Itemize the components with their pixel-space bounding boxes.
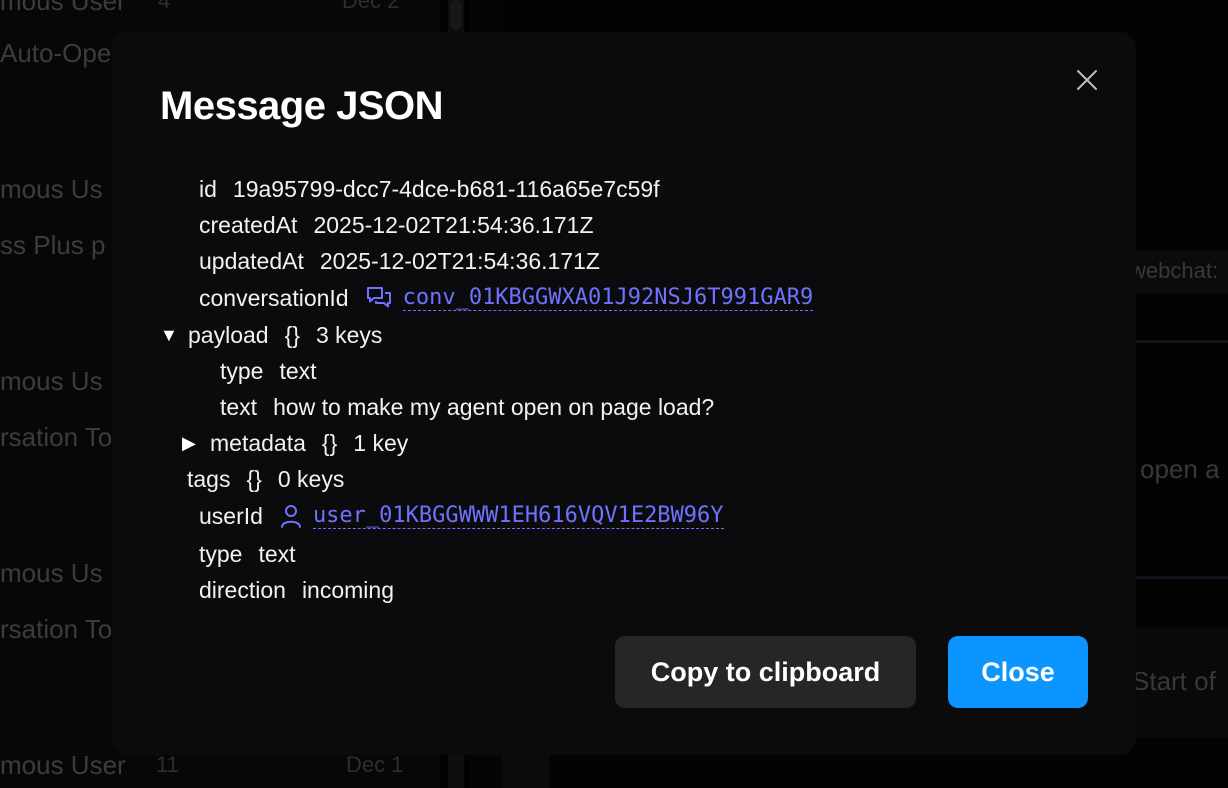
json-row-direction: direction incoming xyxy=(199,575,394,605)
json-row-payload-type: type text xyxy=(220,356,317,386)
json-key-count: 3 keys xyxy=(315,321,383,348)
chat-bubbles-icon xyxy=(365,285,393,311)
json-row-payload[interactable]: ▼ payload {} 3 keys xyxy=(160,320,382,350)
json-value: how to make my agent open on page load? xyxy=(273,393,715,420)
json-value: incoming xyxy=(301,576,394,603)
json-row-id: id 19a95799-dcc7-4dce-b681-116a65e7c59f xyxy=(199,174,660,204)
json-braces: {} xyxy=(284,321,300,348)
user-id-link[interactable]: user_01KBGGWWW1EH616VQV1E2BW96Y xyxy=(312,503,724,529)
close-icon[interactable] xyxy=(1073,66,1101,94)
json-value: text xyxy=(258,540,296,567)
json-key: payload xyxy=(188,321,269,348)
json-value: 2025-12-02T21:54:36.171Z xyxy=(313,211,594,238)
json-key-count: 1 key xyxy=(353,429,409,456)
conversation-id-link[interactable]: conv_01KBGGWXA01J92NSJ6T991GAR9 xyxy=(402,285,814,311)
json-braces: {} xyxy=(246,465,262,492)
json-row-tags: tags {} 0 keys xyxy=(187,464,344,494)
json-key: updatedAt xyxy=(199,247,304,274)
json-row-payload-text: text how to make my agent open on page l… xyxy=(220,392,714,422)
json-key: createdAt xyxy=(199,211,298,238)
message-json-dialog: Message JSON id 19a95799-dcc7-4dce-b681-… xyxy=(112,32,1136,755)
json-key: tags xyxy=(187,465,231,492)
json-key: conversationId xyxy=(199,284,349,311)
json-value: text xyxy=(279,357,317,384)
caret-down-icon[interactable]: ▼ xyxy=(160,325,180,346)
json-key-count: 0 keys xyxy=(277,465,345,492)
json-key: type xyxy=(199,540,243,567)
json-key: id xyxy=(199,175,217,202)
json-row-conversationId: conversationId conv_01KBGGWXA01J92NSJ6T9… xyxy=(199,283,814,313)
json-key: text xyxy=(220,393,258,420)
json-row-userId: userId user_01KBGGWWW1EH616VQV1E2BW96Y xyxy=(199,501,724,531)
json-row-createdAt: createdAt 2025-12-02T21:54:36.171Z xyxy=(199,210,594,240)
json-braces: {} xyxy=(321,429,338,456)
json-key: userId xyxy=(199,502,263,529)
caret-right-icon[interactable]: ▶ xyxy=(182,433,202,454)
user-icon xyxy=(279,503,303,529)
json-row-metadata[interactable]: ▶ metadata {} 1 key xyxy=(182,428,408,458)
json-row-type: type text xyxy=(199,539,296,569)
json-row-updatedAt: updatedAt 2025-12-02T21:54:36.171Z xyxy=(199,246,600,276)
json-value: 2025-12-02T21:54:36.171Z xyxy=(319,247,600,274)
json-key: direction xyxy=(199,576,286,603)
copy-to-clipboard-button[interactable]: Copy to clipboard xyxy=(615,636,916,708)
json-value: 19a95799-dcc7-4dce-b681-116a65e7c59f xyxy=(232,175,660,202)
close-button[interactable]: Close xyxy=(948,636,1088,708)
dialog-title: Message JSON xyxy=(160,84,444,128)
json-key: type xyxy=(220,357,264,384)
json-key: metadata xyxy=(210,429,306,456)
